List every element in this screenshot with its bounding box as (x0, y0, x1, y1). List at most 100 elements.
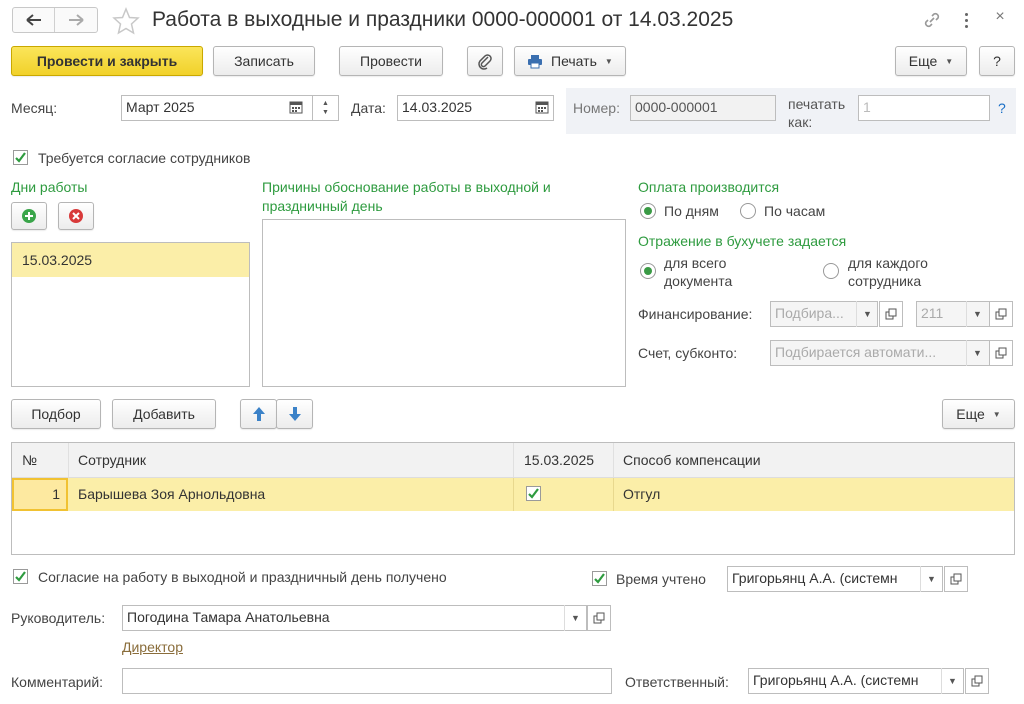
row-compensation[interactable]: Отгул (623, 486, 660, 502)
col-header-compensation[interactable]: Способ компенсации (623, 452, 761, 468)
time-accounted-checkbox[interactable] (592, 571, 607, 586)
number-label: Номер: (573, 100, 620, 116)
print-label: Печать (551, 53, 597, 69)
col-header-num[interactable]: № (22, 452, 37, 468)
manager-label: Руководитель: (11, 610, 106, 626)
comment-field[interactable] (122, 668, 612, 694)
stepper-up-icon[interactable]: ▲ (322, 99, 329, 108)
add-day-button[interactable] (11, 202, 47, 230)
responsible-field[interactable]: Григорьянц А.А. (системн (748, 668, 964, 694)
col-header-employee[interactable]: Сотрудник (78, 452, 146, 468)
accounting-each-employee-label-1: для каждого (848, 255, 928, 271)
payment-by-days-label: По дням (664, 203, 719, 219)
accounting-each-employee-label-2: сотрудника (848, 273, 922, 289)
remove-day-button[interactable] (58, 202, 94, 230)
post-and-close-button[interactable]: Провести и закрыть (11, 46, 203, 76)
number-field: 0000-000001 (630, 95, 776, 121)
stepper-down-icon[interactable]: ▼ (322, 108, 329, 117)
financing-open-icon (879, 301, 903, 327)
table-header: № Сотрудник 15.03.2025 Способ компенсаци… (12, 443, 1014, 478)
forward-button[interactable] (55, 8, 97, 32)
list-item[interactable]: 15.03.2025 (12, 243, 249, 277)
payment-title: Оплата производится (638, 179, 780, 195)
time-accounted-open-icon[interactable] (944, 566, 968, 592)
accounting-whole-doc-radio[interactable] (640, 263, 656, 279)
chevron-down-icon: ▼ (992, 409, 1001, 419)
workdays-title: Дни работы (11, 179, 88, 195)
arrow-left-icon (25, 14, 41, 26)
employees-table[interactable]: № Сотрудник 15.03.2025 Способ компенсаци… (11, 442, 1015, 555)
manager-position-link[interactable]: Директор (122, 639, 183, 655)
account-dropdown-icon: ▼ (966, 340, 988, 366)
consent-required-label: Требуется согласие сотрудников (38, 150, 251, 166)
financing-code-open-icon (989, 301, 1013, 327)
help-button[interactable]: ? (979, 46, 1015, 76)
table-row[interactable]: 1 Барышева Зоя Арнольдовна Отгул (12, 478, 1014, 511)
reasons-title-1: Причины обоснование работы в выходной и (262, 179, 551, 195)
checkmark-icon (15, 152, 26, 163)
accounting-whole-doc-label-1: для всего (664, 255, 727, 271)
month-stepper[interactable]: ▲ ▼ (313, 95, 339, 121)
calendar-icon[interactable] (535, 100, 551, 116)
account-field: Подбирается автомати... (770, 340, 990, 366)
date-field[interactable]: 14.03.2025 (397, 95, 554, 121)
more-button[interactable]: Еще ▼ (895, 46, 967, 76)
print-button[interactable]: Печать ▼ (514, 46, 626, 76)
more-label: Еще (908, 53, 938, 69)
back-button[interactable] (13, 8, 56, 32)
add-button[interactable]: Добавить (112, 399, 216, 429)
time-accounted-dropdown-icon[interactable]: ▼ (920, 566, 942, 592)
move-up-button[interactable] (240, 399, 277, 429)
consent-received-label: Согласие на работу в выходной и празднич… (38, 569, 447, 585)
accounting-each-employee-radio[interactable] (823, 263, 839, 279)
row-num-cell[interactable]: 1 (12, 478, 68, 511)
print-as-field[interactable]: 1 (858, 95, 990, 121)
manager-field[interactable]: Погодина Тамара Анатольевна (122, 605, 587, 631)
post-button[interactable]: Провести (339, 46, 443, 76)
link-icon[interactable] (922, 10, 942, 30)
consent-required-checkbox[interactable] (13, 150, 28, 165)
close-icon[interactable]: × (990, 8, 1010, 30)
move-down-button[interactable] (276, 399, 313, 429)
manager-dropdown-icon[interactable]: ▼ (564, 605, 586, 631)
attach-button[interactable] (467, 46, 503, 76)
favorite-star-icon[interactable] (112, 7, 140, 35)
payment-by-hours-label: По часам (764, 203, 826, 219)
save-button[interactable]: Записать (213, 46, 315, 76)
financing-dropdown-icon: ▼ (856, 301, 878, 327)
consent-received-checkbox[interactable] (13, 569, 28, 584)
financing-code-dropdown-icon: ▼ (966, 301, 988, 327)
financing-label: Финансирование: (638, 306, 753, 322)
nav-buttons (12, 7, 98, 33)
workdays-list[interactable]: 15.03.2025 (11, 242, 250, 387)
arrow-up-icon (252, 407, 265, 421)
time-accounted-label: Время учтено (616, 571, 706, 587)
more-menu-icon[interactable] (960, 10, 972, 30)
responsible-dropdown-icon[interactable]: ▼ (941, 668, 963, 694)
table-more-button[interactable]: Еще ▼ (942, 399, 1015, 429)
calendar-icon[interactable] (289, 100, 305, 116)
account-label: Счет, субконто: (638, 345, 738, 361)
time-accounted-field[interactable]: Григорьянц А.А. (системн (727, 566, 943, 592)
reasons-title-2: праздничный день (262, 198, 383, 214)
month-field[interactable]: Март 2025 (121, 95, 313, 121)
select-button[interactable]: Подбор (11, 399, 101, 429)
manager-open-icon[interactable] (587, 605, 611, 631)
print-as-label-2: как: (788, 114, 813, 130)
plus-circle-icon (22, 209, 36, 223)
print-as-help[interactable]: ? (998, 100, 1006, 116)
chevron-down-icon: ▼ (604, 56, 613, 66)
comment-label: Комментарий: (11, 674, 104, 690)
row-employee[interactable]: Барышева Зоя Арнольдовна (78, 486, 265, 502)
table-more-label: Еще (956, 406, 985, 422)
row-day-checkbox[interactable] (526, 486, 541, 501)
col-header-date[interactable]: 15.03.2025 (524, 452, 594, 468)
reasons-textarea[interactable] (262, 219, 626, 387)
responsible-open-icon[interactable] (965, 668, 989, 694)
month-label: Месяц: (11, 100, 58, 116)
payment-by-hours-radio[interactable] (740, 203, 756, 219)
row-num: 1 (52, 486, 60, 502)
arrow-right-icon (69, 14, 84, 26)
paperclip-icon (478, 54, 492, 70)
payment-by-days-radio[interactable] (640, 203, 656, 219)
